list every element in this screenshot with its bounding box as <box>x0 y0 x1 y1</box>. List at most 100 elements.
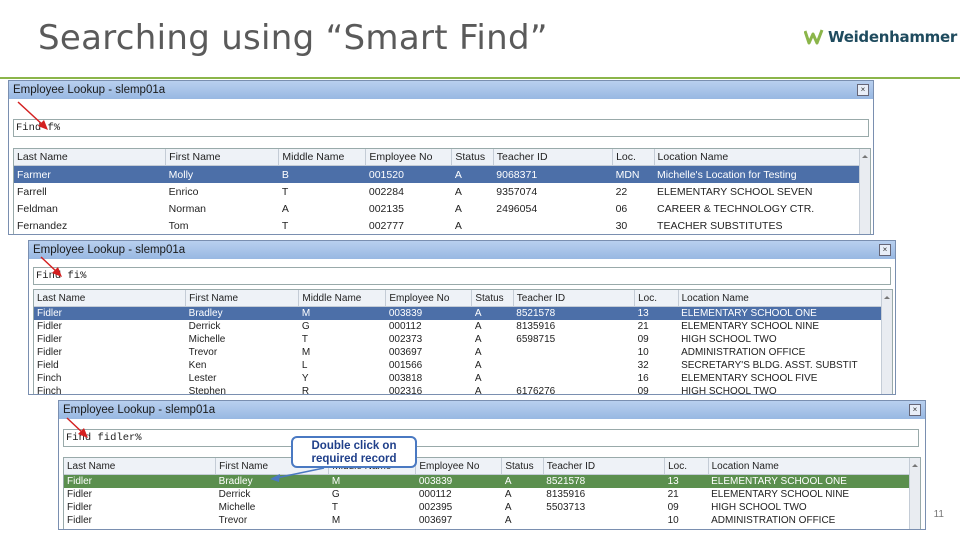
table-cell: Fidler <box>37 347 63 358</box>
col-last-name[interactable]: Last Name <box>14 149 167 166</box>
col-location-name[interactable]: Location Name <box>708 458 920 475</box>
col-status[interactable]: Status <box>471 290 514 307</box>
table-cell: Field <box>37 360 59 371</box>
col-loc[interactable]: Loc. <box>612 149 655 166</box>
table-row[interactable]: Fidler Trevor M 003697 A 10 ADMINISTRATION OFF… <box>64 514 920 527</box>
table-cell: 13 <box>664 474 709 488</box>
table-row[interactable]: Fidler Derrick G 000112 A 8135916 21 ELEMENTARY… <box>64 488 920 501</box>
window-title-bar[interactable]: Employee Lookup - slemp01a × <box>9 81 873 99</box>
close-button[interactable]: × <box>857 84 869 96</box>
table-cell: M <box>298 306 386 320</box>
table-cell: Derrick <box>218 489 251 500</box>
table-row[interactable]: Fidler Bradley M 003839 A 8521578 13 ELEMENTARY… <box>34 306 892 320</box>
table-row[interactable]: Fidler Bradley M 003839 A 8521578 13 ELEMENTARY… <box>64 474 920 488</box>
table-row[interactable]: Fidler Michelle T 002373 A 6598715 09 HIGH SCHO… <box>34 333 892 346</box>
col-location-name[interactable]: Location Name <box>654 149 870 166</box>
table-cell: Enrico <box>168 185 199 198</box>
find-input[interactable]: Find fi% <box>33 267 891 285</box>
table-cell: ELEMENTARY SCHOOL ONE <box>678 306 892 320</box>
window-title: Employee Lookup - slemp01a <box>13 84 166 96</box>
table-cell: 002777 <box>368 219 404 232</box>
table-row[interactable]: Fidler Michelle T 002395 A 5503713 09 HIGH SCHO… <box>64 501 920 514</box>
table-cell: 10 <box>637 347 649 358</box>
close-button[interactable]: × <box>879 244 891 256</box>
results-grid: Last Name First Name Middle Name Employe… <box>63 457 921 529</box>
table-row[interactable]: Fidler Trevor M 003697 A 10 ADMINISTRATION OFF… <box>34 346 892 359</box>
col-teacher-id[interactable]: Teacher ID <box>493 149 614 166</box>
table-row[interactable]: Farrell Enrico T 002284 A 9357074 22 ELEMENTARY… <box>14 183 870 200</box>
table-row[interactable]: Finch Stephen R 002316 A 6176276 09 HIGH SCHOOL… <box>34 385 892 395</box>
table-cell: Derrick <box>188 321 221 332</box>
col-teacher-id[interactable]: Teacher ID <box>543 458 666 475</box>
table-cell: M <box>331 515 341 526</box>
table-cell: G <box>331 489 340 500</box>
table-row[interactable]: Farmer Molly B 001520 A 9068371 MDN Michelle's … <box>14 165 870 183</box>
col-last-name[interactable]: Last Name <box>64 458 217 475</box>
table-cell: T <box>281 185 289 198</box>
window-title: Employee Lookup - slemp01a <box>63 404 216 416</box>
table-cell: Fidler <box>67 515 93 526</box>
employee-lookup-window-1: Employee Lookup - slemp01a × Find f% Las… <box>8 80 874 235</box>
col-status[interactable]: Status <box>451 149 494 166</box>
table-row[interactable]: Fernandez Tom T 002777 A 30 TEACHER SUBSTITUTE… <box>14 217 870 234</box>
table-cell: M <box>301 347 311 358</box>
table-cell: ELEMENTARY SCHOOL NINE <box>711 489 850 500</box>
close-button[interactable]: × <box>909 404 921 416</box>
table-cell: A <box>451 165 494 183</box>
table-cell: A <box>454 219 462 232</box>
table-row[interactable]: Feldman Norman A 002135 A 2496054 06 CAREER & T… <box>14 200 870 217</box>
table-cell: 002284 <box>368 185 404 198</box>
table-cell: Farrell <box>17 185 47 198</box>
table-cell: 002395 <box>418 502 453 513</box>
table-cell: A <box>454 202 462 215</box>
table-cell: 003839 <box>385 306 472 320</box>
find-input[interactable]: Find fidler% <box>63 429 919 447</box>
table-cell: 000112 <box>388 321 422 332</box>
window-title-bar[interactable]: Employee Lookup - slemp01a × <box>29 241 895 259</box>
col-middle-name[interactable]: Middle Name <box>278 149 367 166</box>
vertical-scrollbar[interactable] <box>859 149 870 234</box>
table-cell: 002373 <box>388 334 423 345</box>
table-cell: Fidler <box>67 502 93 513</box>
table-cell: Tom <box>168 219 189 232</box>
table-cell: 002316 <box>388 386 423 395</box>
col-teacher-id[interactable]: Teacher ID <box>513 290 636 307</box>
table-cell: 8521578 <box>513 306 635 320</box>
table-cell: ADMINISTRATION OFFICE <box>711 515 836 526</box>
table-cell: Ken <box>188 360 207 371</box>
table-cell: ELEMENTARY SCHOOL NINE <box>681 321 820 332</box>
vertical-scrollbar[interactable] <box>909 458 920 529</box>
table-cell: 30 <box>615 219 628 232</box>
table-row[interactable]: Field Ken L 001566 A 32 SECRETARY'S BLDG. ASST… <box>34 359 892 372</box>
table-cell: A <box>474 347 482 358</box>
col-status[interactable]: Status <box>501 458 544 475</box>
col-employee-no[interactable]: Employee No <box>365 149 453 166</box>
table-cell: SECRETARY'S BLDG. ASST. SUBSTIT <box>681 360 858 371</box>
col-first-name[interactable]: First Name <box>185 290 300 307</box>
table-cell: Fidler <box>64 474 216 488</box>
window-title-bar[interactable]: Employee Lookup - slemp01a × <box>59 401 925 419</box>
table-row[interactable]: Finch Lester Y 003818 A 16 ELEMENTARY SCHOOL F… <box>34 372 892 385</box>
table-cell: Michelle <box>188 334 226 345</box>
table-cell: A <box>471 306 514 320</box>
col-location-name[interactable]: Location Name <box>678 290 892 307</box>
col-middle-name[interactable]: Middle Name <box>298 290 387 307</box>
table-cell: Fernandez <box>17 219 68 232</box>
table-row[interactable]: Fidler Derrick G 000112 A 8135916 21 ELEMENTARY… <box>34 320 892 333</box>
col-employee-no[interactable]: Employee No <box>415 458 503 475</box>
table-cell: Bradley <box>185 306 299 320</box>
table-cell: Fidler <box>37 334 63 345</box>
table-cell: 8135916 <box>516 321 556 332</box>
table-cell: Y <box>301 373 309 384</box>
vertical-scrollbar[interactable] <box>881 290 892 394</box>
table-cell: A <box>474 334 482 345</box>
find-input[interactable]: Find f% <box>13 119 869 137</box>
table-cell: 5503713 <box>546 502 586 513</box>
col-loc[interactable]: Loc. <box>664 458 709 475</box>
weidenhammer-logo-icon <box>804 29 824 45</box>
col-loc[interactable]: Loc. <box>634 290 679 307</box>
col-last-name[interactable]: Last Name <box>34 290 187 307</box>
col-first-name[interactable]: First Name <box>165 149 280 166</box>
col-employee-no[interactable]: Employee No <box>385 290 473 307</box>
table-cell: G <box>301 321 310 332</box>
